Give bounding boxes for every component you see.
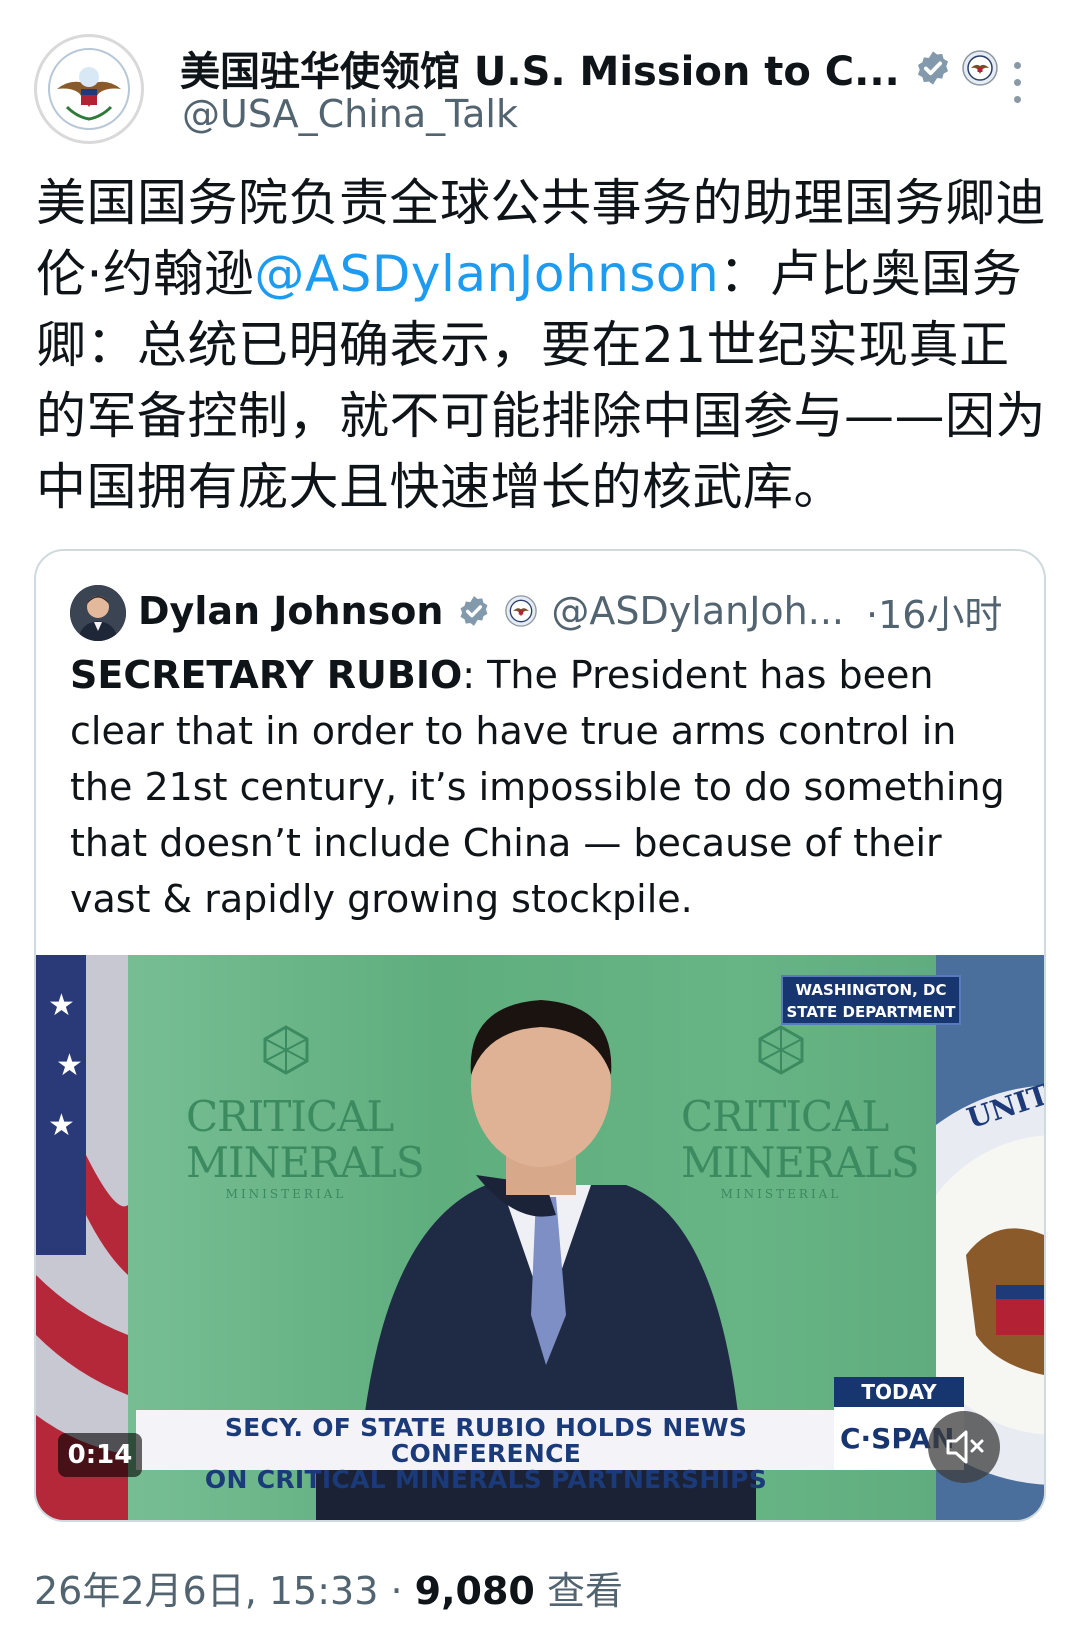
person-photo-icon: [70, 585, 126, 641]
video-duration: 0:14: [58, 1433, 142, 1477]
post-timestamp[interactable]: 26年2月6日, 15:33: [34, 1569, 378, 1613]
hexagon-logo-icon: [758, 1025, 804, 1075]
quoted-author-handle[interactable]: @ASDylanJoh...: [551, 589, 844, 633]
more-dot: [1013, 79, 1021, 86]
author-name-line: 美国驻华使领馆 U.S. Mission to C...: [180, 40, 998, 96]
government-seal-icon: [505, 595, 538, 627]
svg-text:★: ★: [48, 1108, 75, 1143]
muted-speaker-icon: [946, 1430, 984, 1464]
location-line2: STATE DEPARTMENT: [786, 1003, 956, 1021]
hexagon-logo-icon: [263, 1025, 309, 1075]
chyron-line2: ON CRITICAL MINERALS PARTNERSHIPS: [204, 1465, 768, 1494]
svg-text:★: ★: [56, 1048, 83, 1083]
quoted-timestamp[interactable]: ·16小时: [866, 584, 1002, 639]
eagle-seal-icon: [41, 41, 137, 137]
verified-badge-icon: [917, 51, 948, 85]
mention-link[interactable]: @ASDylanJohnson: [254, 245, 719, 303]
post-text: 美国国务院负责全球公共事务的助理国务卿迪伦·约翰逊@ASDylanJohnson…: [36, 168, 1046, 523]
quoted-author-avatar[interactable]: [70, 585, 126, 641]
mute-button[interactable]: [928, 1411, 1000, 1483]
post-meta: 26年2月6日, 15:33 · 9,080 查看: [34, 1560, 623, 1615]
more-options-button[interactable]: [1010, 62, 1024, 122]
location-line1: WASHINGTON, DC: [795, 981, 947, 999]
quoted-header: Dylan Johnson @ASDylanJoh... ·16小时: [138, 581, 1002, 641]
quoted-bold-prefix: SECRETARY RUBIO: [70, 653, 463, 697]
views-label: 查看: [546, 1569, 623, 1613]
government-seal-icon: [961, 50, 998, 86]
quoted-author-name[interactable]: Dylan Johnson: [138, 589, 443, 633]
author-display-name[interactable]: 美国驻华使领馆 U.S. Mission to C...: [180, 39, 900, 97]
account-avatar[interactable]: [34, 34, 144, 144]
author-handle[interactable]: @USA_China_Talk: [182, 92, 518, 136]
chyron: SECY. OF STATE RUBIO HOLDS NEWS CONFEREN…: [136, 1410, 836, 1493]
quoted-post-card[interactable]: Dylan Johnson @ASDylanJoh... ·16小时 SECRE…: [34, 549, 1046, 1522]
view-count: 9,080: [414, 1569, 535, 1613]
video-player[interactable]: CRITICAL MINERALS MINISTERIAL CRITICAL M…: [36, 955, 1044, 1520]
more-vertical-icon: [1013, 62, 1021, 69]
location-tag: WASHINGTON, DC STATE DEPARTMENT: [781, 975, 961, 1025]
today-label: TODAY: [834, 1377, 964, 1407]
meta-separator: ·: [378, 1569, 415, 1613]
verified-badge-icon: [460, 596, 488, 626]
quoted-text: SECRETARY RUBIO: The President has been …: [70, 647, 1010, 927]
chyron-line1: SECY. OF STATE RUBIO HOLDS NEWS CONFEREN…: [224, 1413, 748, 1468]
more-dot: [1013, 96, 1021, 103]
svg-text:★: ★: [48, 988, 75, 1023]
